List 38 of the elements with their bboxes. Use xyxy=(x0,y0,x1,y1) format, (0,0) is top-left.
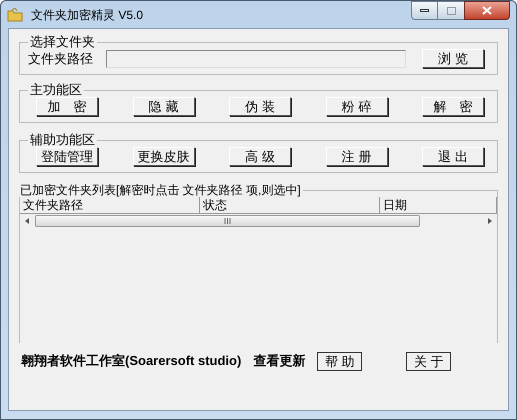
folder-list[interactable]: 文件夹路径 状态 日期 xyxy=(20,197,497,228)
column-header[interactable]: 状态 xyxy=(200,197,380,213)
maximize-icon xyxy=(446,6,456,14)
function-button[interactable]: 加 密 xyxy=(36,97,98,116)
column-header[interactable]: 文件夹路径 xyxy=(20,197,200,213)
group-title: 已加密文件夹列表[解密时点击 文件夹路径 项,则选中] xyxy=(19,183,302,197)
window-title: 文件夹加密精灵 V5.0 xyxy=(31,6,144,24)
close-icon xyxy=(482,6,492,15)
folder-icon xyxy=(7,8,23,22)
function-button[interactable]: 高 级 xyxy=(229,147,291,166)
function-button[interactable]: 注 册 xyxy=(326,147,388,166)
footer-button[interactable]: 关 于 xyxy=(406,352,452,370)
browse-button[interactable]: 浏 览 xyxy=(422,49,484,68)
function-button[interactable]: 退 出 xyxy=(422,147,484,166)
path-label: 文件夹路径 xyxy=(28,50,94,68)
function-button[interactable]: 登陆管理 xyxy=(36,147,98,166)
function-button[interactable]: 解 密 xyxy=(422,97,484,116)
check-update-link[interactable]: 查看更新 xyxy=(253,351,306,371)
scroll-left-icon[interactable] xyxy=(25,218,29,224)
function-button[interactable]: 隐 藏 xyxy=(132,97,194,116)
function-button[interactable]: 粉 碎 xyxy=(326,97,388,116)
function-button[interactable]: 伪 装 xyxy=(229,97,291,116)
group-title: 选择文件夹 xyxy=(29,35,96,49)
horizontal-scrollbar[interactable] xyxy=(20,214,497,228)
grip-icon xyxy=(224,218,231,224)
scroll-right-icon[interactable] xyxy=(488,218,492,224)
group-title: 辅助功能区 xyxy=(29,133,96,147)
studio-name: 翱翔者软件工作室(Soarersoft studio) xyxy=(21,352,242,370)
scrollbar-thumb[interactable] xyxy=(35,215,420,227)
maximize-button[interactable] xyxy=(438,1,464,20)
group-title: 主功能区 xyxy=(29,83,83,97)
column-header[interactable]: 日期 xyxy=(380,197,497,213)
function-button[interactable]: 更换皮肤 xyxy=(132,147,194,166)
footer-button[interactable]: 帮 助 xyxy=(317,352,362,370)
minimize-icon xyxy=(420,9,429,12)
minimize-button[interactable] xyxy=(411,1,438,20)
path-field[interactable] xyxy=(106,50,406,68)
close-button[interactable] xyxy=(464,1,510,20)
